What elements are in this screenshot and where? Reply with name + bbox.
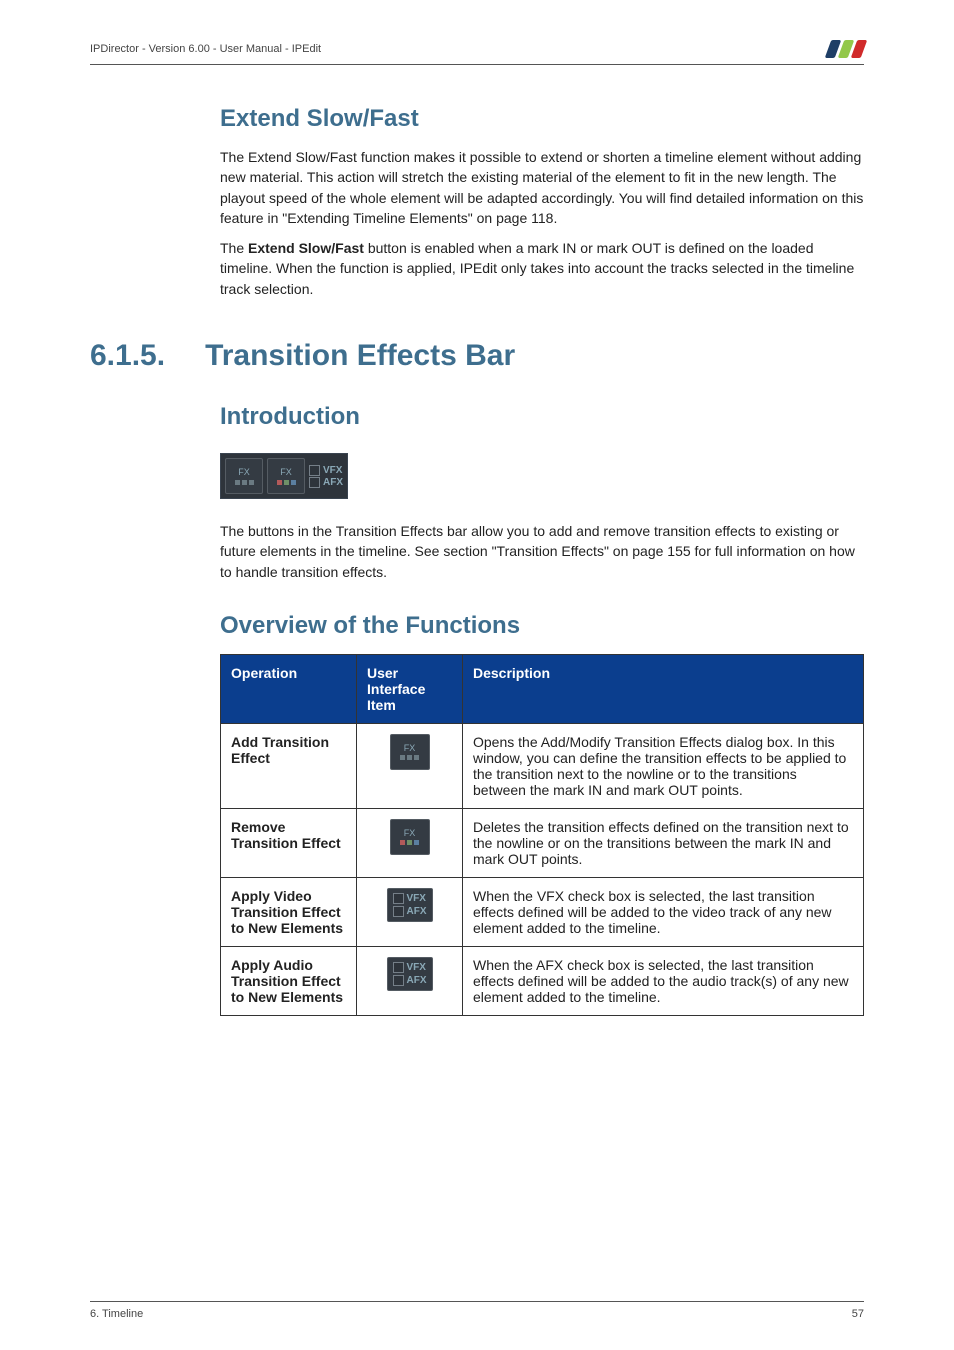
checkbox-icon: [309, 465, 320, 476]
vfx-afx-toggle-icon: VFX AFX: [309, 465, 343, 488]
vfx-afx-toggle-icon: VFX AFX: [387, 957, 433, 991]
section-title: Transition Effects Bar: [205, 339, 515, 373]
header-left: IPDirector - Version 6.00 - User Manual …: [90, 43, 321, 55]
checkbox-icon: [393, 962, 404, 973]
checkbox-icon: [393, 975, 404, 986]
heading-transition-effects-bar: 6.1.5. Transition Effects Bar: [90, 339, 864, 373]
functions-table: Operation User Interface Item Descriptio…: [220, 654, 864, 1016]
text: The: [220, 240, 248, 256]
heading-introduction: Introduction: [220, 403, 864, 431]
table-row: Remove Transition Effect FX Deletes the …: [221, 808, 864, 877]
table-header-description: Description: [463, 654, 864, 723]
heading-extend-slow-fast: Extend Slow/Fast: [220, 105, 864, 133]
add-transition-effect-button-icon: FX: [225, 458, 263, 494]
fx-label: FX: [238, 468, 250, 478]
checkbox-icon: [393, 893, 404, 904]
checkbox-icon: [393, 906, 404, 917]
page-header: IPDirector - Version 6.00 - User Manual …: [90, 40, 864, 65]
operation-cell: Remove Transition Effect: [221, 808, 357, 877]
footer-left: 6. Timeline: [90, 1308, 143, 1320]
transition-effects-bar-illustration: FX FX VFX AFX: [220, 453, 348, 499]
description-cell: Opens the Add/Modify Transition Effects …: [463, 723, 864, 808]
vfx-afx-toggle-icon: VFX AFX: [387, 888, 433, 922]
remove-transition-effect-button-icon: FX: [267, 458, 305, 494]
table-row: Apply Audio Transition Effect to New Ele…: [221, 946, 864, 1015]
checkbox-icon: [309, 477, 320, 488]
table-row: Add Transition Effect FX Opens the Add/M…: [221, 723, 864, 808]
operation-cell: Apply Video Transition Effect to New Ele…: [221, 877, 357, 946]
paragraph: The buttons in the Transition Effects ba…: [220, 521, 864, 582]
paragraph: The Extend Slow/Fast function makes it p…: [220, 147, 864, 228]
heading-overview-of-functions: Overview of the Functions: [220, 612, 864, 640]
paragraph: The Extend Slow/Fast button is enabled w…: [220, 238, 864, 299]
afx-label: AFX: [323, 477, 343, 488]
fx-label: FX: [280, 468, 292, 478]
description-cell: When the VFX check box is selected, the …: [463, 877, 864, 946]
operation-cell: Apply Audio Transition Effect to New Ele…: [221, 946, 357, 1015]
footer-page-number: 57: [852, 1308, 864, 1320]
description-cell: Deletes the transition effects defined o…: [463, 808, 864, 877]
add-transition-effect-icon: FX: [390, 734, 430, 770]
ui-item-cell: FX: [357, 723, 463, 808]
evs-logo: [828, 40, 864, 58]
description-cell: When the AFX check box is selected, the …: [463, 946, 864, 1015]
section-number: 6.1.5.: [90, 339, 165, 373]
ui-item-cell: VFX AFX: [357, 877, 463, 946]
table-header-operation: Operation: [221, 654, 357, 723]
remove-transition-effect-icon: FX: [390, 819, 430, 855]
table-row: Apply Video Transition Effect to New Ele…: [221, 877, 864, 946]
ui-item-cell: FX: [357, 808, 463, 877]
ui-item-cell: VFX AFX: [357, 946, 463, 1015]
operation-cell: Add Transition Effect: [221, 723, 357, 808]
text-bold: Extend Slow/Fast: [248, 240, 364, 256]
vfx-label: VFX: [323, 465, 342, 476]
table-header-ui-item: User Interface Item: [357, 654, 463, 723]
page-footer: 6. Timeline 57: [90, 1301, 864, 1320]
